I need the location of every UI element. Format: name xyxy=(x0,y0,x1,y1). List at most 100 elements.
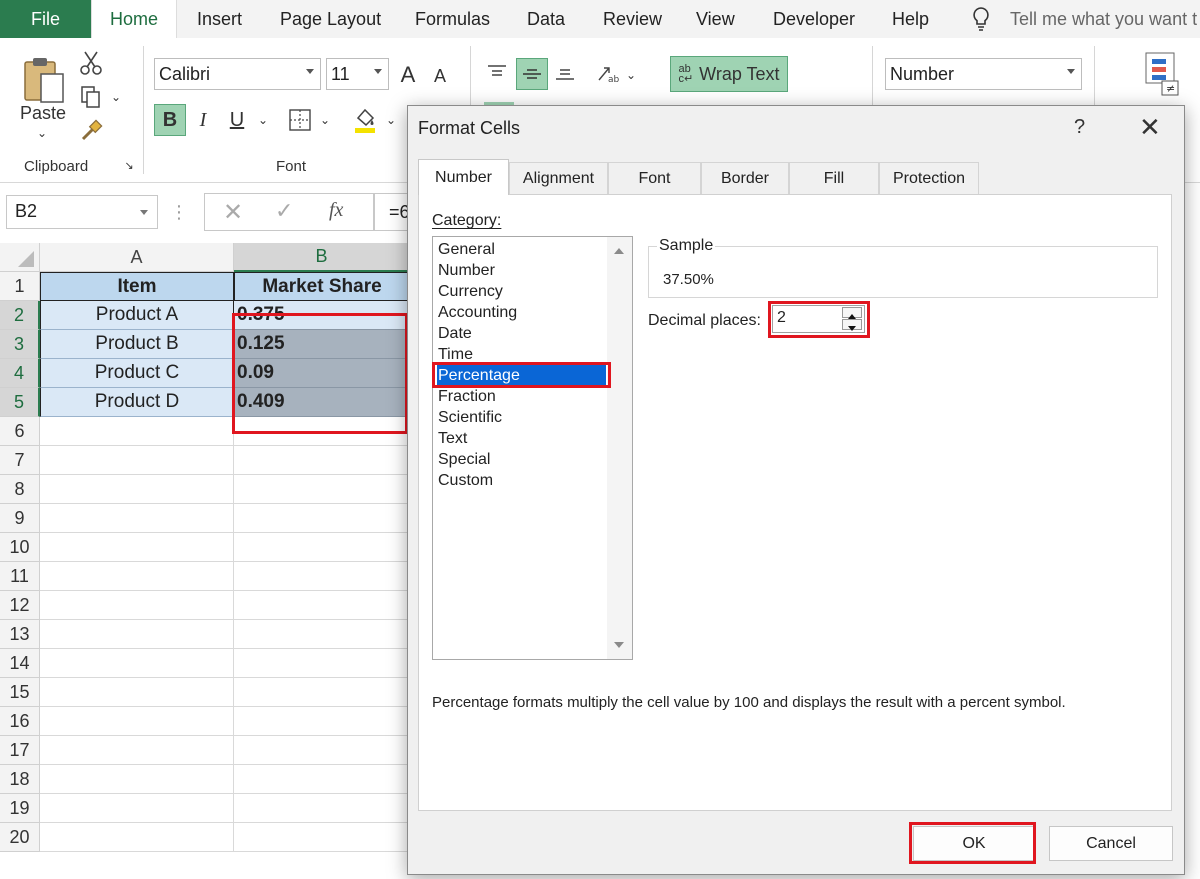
insert-function-button[interactable]: fx xyxy=(329,199,343,222)
shrink-font-button[interactable]: A xyxy=(430,63,450,89)
align-bottom-icon[interactable] xyxy=(552,58,578,88)
category-item-custom[interactable]: Custom xyxy=(437,470,493,491)
tab-help[interactable]: Help xyxy=(892,0,929,38)
empty-cell[interactable] xyxy=(234,446,410,475)
font-name-combo[interactable]: Calibri xyxy=(154,58,321,90)
item-cell[interactable]: Product A xyxy=(40,301,234,330)
name-box[interactable]: B2 xyxy=(6,195,158,229)
fill-color-icon[interactable] xyxy=(350,104,380,136)
empty-cell[interactable] xyxy=(40,707,234,736)
empty-cell[interactable] xyxy=(234,765,410,794)
tell-me-search[interactable]: Tell me what you want t xyxy=(970,0,1197,38)
wrap-text-button[interactable]: ab c↵ Wrap Text xyxy=(670,56,788,92)
row-header[interactable]: 20 xyxy=(0,823,40,852)
empty-cell[interactable] xyxy=(40,678,234,707)
row-header[interactable]: 15 xyxy=(0,678,40,707)
tab-insert[interactable]: Insert xyxy=(197,0,242,38)
category-item-date[interactable]: Date xyxy=(437,323,472,344)
header-cell-market-share[interactable]: Market Share xyxy=(234,272,410,301)
category-item-currency[interactable]: Currency xyxy=(437,281,503,302)
row-header[interactable]: 2 xyxy=(0,301,40,330)
empty-cell[interactable] xyxy=(40,736,234,765)
row-header[interactable]: 12 xyxy=(0,591,40,620)
row-header[interactable]: 17 xyxy=(0,736,40,765)
align-top-icon[interactable] xyxy=(484,58,510,86)
cancel-button[interactable]: Cancel xyxy=(1049,826,1173,861)
grow-font-button[interactable]: A xyxy=(396,60,420,90)
tab-border[interactable]: Border xyxy=(701,162,789,195)
category-item-general[interactable]: General xyxy=(437,239,495,260)
underline-button[interactable]: U xyxy=(224,104,250,136)
row-header[interactable]: 7 xyxy=(0,446,40,475)
empty-cell[interactable] xyxy=(234,736,410,765)
row-header[interactable]: 19 xyxy=(0,794,40,823)
tab-developer[interactable]: Developer xyxy=(773,0,855,38)
tab-number[interactable]: Number xyxy=(418,159,509,195)
conditional-formatting-icon[interactable]: ≠ xyxy=(1140,50,1184,98)
empty-cell[interactable] xyxy=(234,823,410,852)
row-header[interactable]: 1 xyxy=(0,272,40,301)
empty-cell[interactable] xyxy=(40,794,234,823)
empty-cell[interactable] xyxy=(234,678,410,707)
help-button[interactable]: ? xyxy=(1074,116,1085,139)
font-size-combo[interactable]: 11 xyxy=(326,58,389,90)
column-header-b[interactable]: B xyxy=(234,243,410,272)
select-all-corner[interactable] xyxy=(0,243,40,272)
empty-cell[interactable] xyxy=(40,823,234,852)
item-cell[interactable]: Product C xyxy=(40,359,234,388)
row-header[interactable]: 8 xyxy=(0,475,40,504)
row-header[interactable]: 3 xyxy=(0,330,40,359)
item-cell[interactable]: Product B xyxy=(40,330,234,359)
tab-fill[interactable]: Fill xyxy=(789,162,879,195)
category-item-number[interactable]: Number xyxy=(437,260,495,281)
empty-cell[interactable] xyxy=(40,417,234,446)
empty-cell[interactable] xyxy=(234,475,410,504)
empty-cell[interactable] xyxy=(40,475,234,504)
empty-cell[interactable] xyxy=(40,649,234,678)
category-item-scientific[interactable]: Scientific xyxy=(437,407,502,428)
tab-page-layout[interactable]: Page Layout xyxy=(280,0,381,38)
empty-cell[interactable] xyxy=(40,765,234,794)
copy-dropdown-chevron-icon[interactable]: ⌄ xyxy=(108,90,124,104)
tab-font[interactable]: Font xyxy=(608,162,701,195)
category-item-text[interactable]: Text xyxy=(437,428,467,449)
category-item-fraction[interactable]: Fraction xyxy=(437,386,496,407)
copy-icon[interactable] xyxy=(78,84,104,110)
cut-icon[interactable] xyxy=(78,50,104,76)
fill-color-chevron-icon[interactable]: ⌄ xyxy=(384,110,398,130)
confirm-entry-icon[interactable]: ✓ xyxy=(275,198,293,224)
tab-view[interactable]: View xyxy=(696,0,735,38)
row-header[interactable]: 6 xyxy=(0,417,40,446)
align-middle-icon[interactable] xyxy=(516,58,548,90)
empty-cell[interactable] xyxy=(40,562,234,591)
row-header[interactable]: 11 xyxy=(0,562,40,591)
row-header[interactable]: 5 xyxy=(0,388,40,417)
empty-cell[interactable] xyxy=(234,591,410,620)
item-cell[interactable]: Product D xyxy=(40,388,234,417)
underline-chevron-icon[interactable]: ⌄ xyxy=(256,110,270,130)
format-painter-icon[interactable] xyxy=(78,118,104,144)
tab-protection[interactable]: Protection xyxy=(879,162,979,195)
empty-cell[interactable] xyxy=(40,591,234,620)
row-header[interactable]: 4 xyxy=(0,359,40,388)
bold-button[interactable]: B xyxy=(154,104,186,136)
category-scrollbar[interactable] xyxy=(607,237,632,659)
empty-cell[interactable] xyxy=(234,504,410,533)
scroll-up-icon[interactable] xyxy=(613,247,625,255)
row-header[interactable]: 9 xyxy=(0,504,40,533)
tab-file[interactable]: File xyxy=(0,0,91,38)
empty-cell[interactable] xyxy=(234,794,410,823)
empty-cell[interactable] xyxy=(40,446,234,475)
empty-cell[interactable] xyxy=(40,504,234,533)
row-header[interactable]: 13 xyxy=(0,620,40,649)
empty-cell[interactable] xyxy=(234,649,410,678)
clipboard-launcher-icon[interactable]: ↘ xyxy=(122,158,136,172)
category-item-special[interactable]: Special xyxy=(437,449,490,470)
orientation-icon[interactable]: ab xyxy=(594,60,622,88)
orientation-chevron-icon[interactable]: ⌄ xyxy=(624,66,638,84)
row-header[interactable]: 14 xyxy=(0,649,40,678)
tab-review[interactable]: Review xyxy=(603,0,662,38)
empty-cell[interactable] xyxy=(234,620,410,649)
number-format-combo[interactable]: Number xyxy=(885,58,1082,90)
empty-cell[interactable] xyxy=(234,533,410,562)
